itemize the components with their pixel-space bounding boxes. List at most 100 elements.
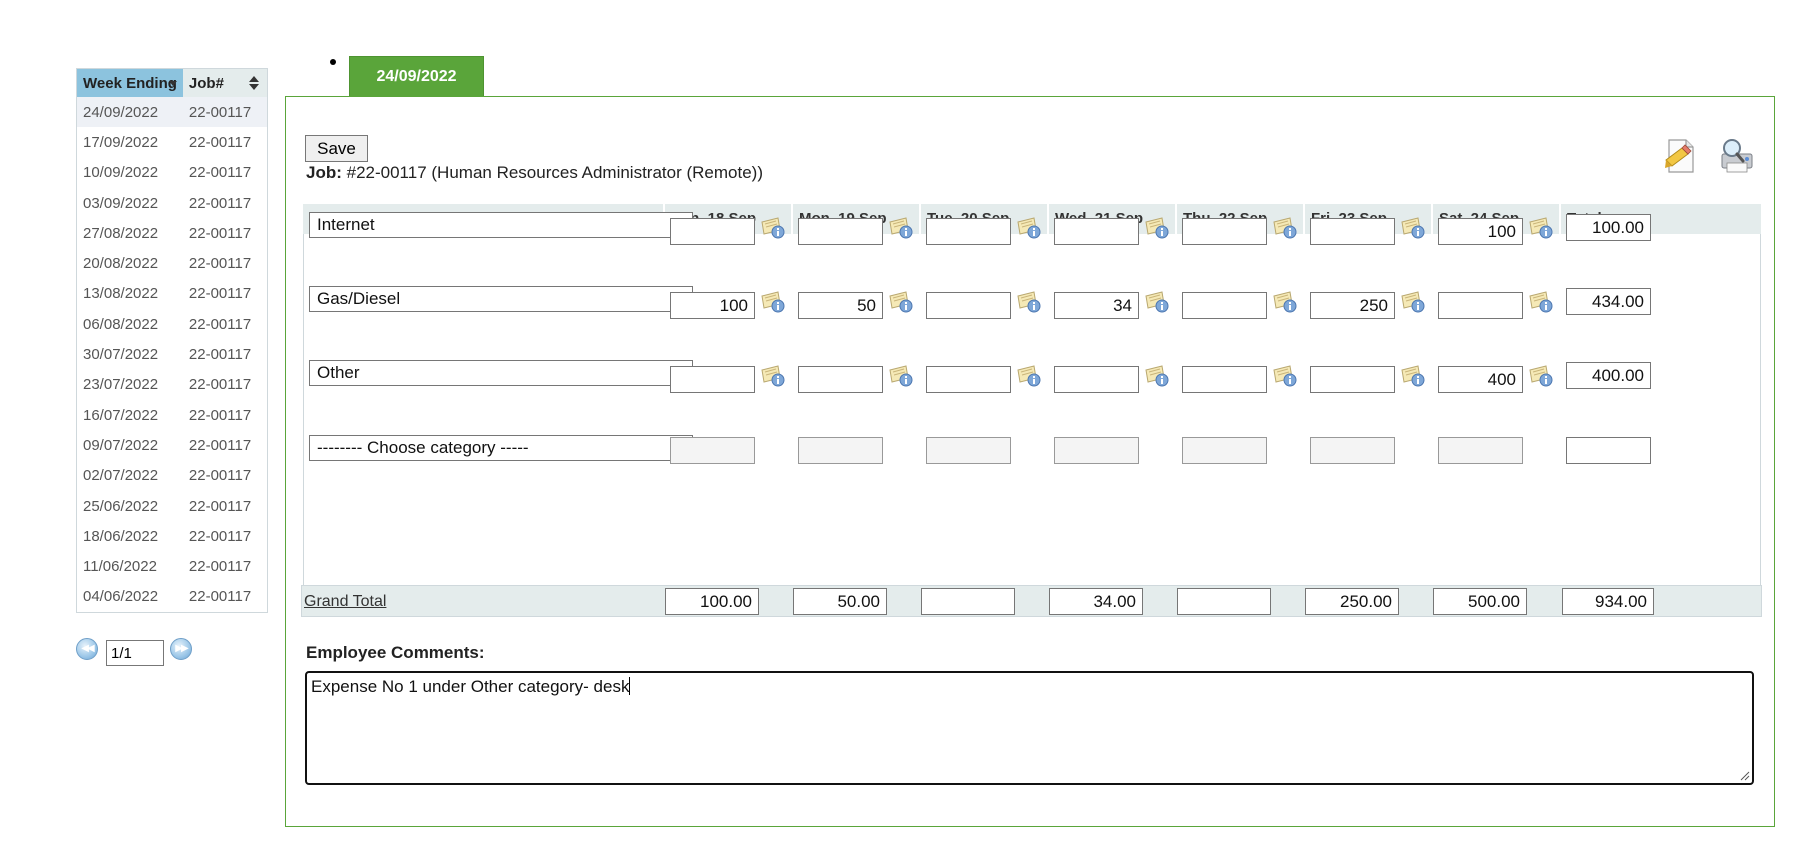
column-header-job[interactable]: Job# [182, 69, 267, 97]
edit-note-icon[interactable] [1660, 136, 1700, 176]
grand-total-day-input: 500.00 [1433, 588, 1527, 615]
day-amount-input[interactable] [1054, 218, 1139, 245]
day-amount-input[interactable] [1182, 292, 1267, 319]
grand-total-day-input [921, 588, 1015, 615]
day-amount-input[interactable] [1310, 437, 1395, 464]
note-info-icon[interactable] [1528, 290, 1554, 314]
week-row[interactable]: 30/07/2022 22-00117 [77, 339, 267, 369]
job-number-cell: 22-00117 [188, 164, 252, 182]
week-row[interactable]: 02/07/2022 22-00117 [77, 461, 267, 491]
note-info-icon[interactable] [1144, 216, 1170, 240]
week-row[interactable]: 17/09/2022 22-00117 [77, 127, 267, 157]
note-info-icon[interactable] [1400, 290, 1426, 314]
week-row[interactable]: 09/07/2022 22-00117 [77, 430, 267, 460]
week-row[interactable]: 27/08/2022 22-00117 [77, 218, 267, 248]
week-ending-cell: 18/06/2022 [83, 527, 159, 545]
note-info-icon[interactable] [1144, 290, 1170, 314]
week-row[interactable]: 24/09/2022 22-00117 [77, 97, 267, 128]
note-info-icon[interactable] [1016, 290, 1042, 314]
job-number-cell: 22-00117 [188, 467, 252, 485]
comments-label: Employee Comments: [306, 643, 485, 662]
expense-category-select[interactable]: Other [309, 360, 693, 386]
note-info-icon[interactable] [1144, 364, 1170, 388]
day-amount-input[interactable] [926, 437, 1011, 464]
note-info-icon[interactable] [1272, 216, 1298, 240]
note-info-icon[interactable] [760, 290, 786, 314]
day-amount-input[interactable]: 400 [1438, 366, 1523, 393]
day-amount-input[interactable]: 50 [798, 292, 883, 319]
note-info-icon[interactable] [1016, 216, 1042, 240]
week-row[interactable]: 03/09/2022 22-00117 [77, 188, 267, 218]
note-info-icon[interactable] [1528, 216, 1554, 240]
job-number-cell: 22-00117 [188, 133, 252, 151]
expense-category-value: Other [317, 363, 360, 382]
week-row[interactable]: 25/06/2022 22-00117 [77, 491, 267, 521]
note-info-icon[interactable] [1400, 216, 1426, 240]
note-info-icon[interactable] [888, 216, 914, 240]
job-number-cell: 22-00117 [188, 255, 252, 273]
previous-page-icon[interactable]: ◀◀ [76, 638, 98, 660]
day-amount-input[interactable] [1054, 437, 1139, 464]
save-button[interactable]: Save [305, 135, 368, 162]
day-amount-input[interactable] [670, 437, 755, 464]
week-row[interactable]: 11/06/2022 22-00117 [77, 551, 267, 581]
day-amount-input[interactable] [1054, 366, 1139, 393]
week-row[interactable]: 20/08/2022 22-00117 [77, 248, 267, 278]
page-number-input[interactable] [106, 640, 164, 666]
week-ending-cell: 30/07/2022 [83, 346, 159, 364]
expense-category-select[interactable]: Internet [309, 212, 693, 238]
note-info-icon[interactable] [888, 364, 914, 388]
week-ending-cell: 09/07/2022 [83, 436, 159, 454]
week-row[interactable]: 04/06/2022 22-00117 [77, 582, 267, 612]
week-ending-cell: 04/06/2022 [83, 588, 159, 606]
day-amount-input[interactable]: 100 [1438, 218, 1523, 245]
week-row[interactable]: 13/08/2022 22-00117 [77, 279, 267, 309]
job-label: Job: [306, 163, 342, 182]
day-amount-input[interactable] [1310, 218, 1395, 245]
row-total-input: 434.00 [1566, 288, 1651, 315]
grand-total-link[interactable]: Grand Total [304, 593, 386, 611]
note-info-icon[interactable] [1272, 364, 1298, 388]
expense-category-select[interactable]: Gas/Diesel [309, 286, 693, 312]
day-amount-input[interactable] [926, 366, 1011, 393]
resize-grip-icon[interactable] [1740, 771, 1750, 781]
week-row[interactable]: 06/08/2022 22-00117 [77, 309, 267, 339]
column-header-week-ending[interactable]: Week Ending [77, 69, 183, 97]
day-amount-input[interactable] [670, 366, 755, 393]
day-amount-input[interactable] [1182, 366, 1267, 393]
note-info-icon[interactable] [760, 216, 786, 240]
day-amount-input[interactable] [1182, 218, 1267, 245]
job-number-cell: 22-00117 [188, 497, 252, 515]
day-amount-input[interactable]: 100 [670, 292, 755, 319]
week-row[interactable]: 16/07/2022 22-00117 [77, 400, 267, 430]
note-info-icon[interactable] [1016, 364, 1042, 388]
day-amount-input[interactable] [1182, 437, 1267, 464]
day-amount-input[interactable] [1438, 292, 1523, 319]
next-page-icon[interactable]: ▶▶ [170, 638, 192, 660]
job-number-cell: 22-00117 [188, 346, 252, 364]
week-ending-cell: 11/06/2022 [83, 558, 157, 576]
day-amount-input[interactable] [1438, 437, 1523, 464]
week-row[interactable]: 18/06/2022 22-00117 [77, 521, 267, 551]
day-amount-input[interactable] [1310, 366, 1395, 393]
note-info-icon[interactable] [1528, 364, 1554, 388]
note-info-icon[interactable] [888, 290, 914, 314]
print-preview-icon[interactable] [1716, 136, 1756, 176]
day-amount-input[interactable] [798, 218, 883, 245]
note-info-icon[interactable] [1400, 364, 1426, 388]
week-row[interactable]: 10/09/2022 22-00117 [77, 158, 267, 188]
day-amount-input[interactable] [798, 437, 883, 464]
day-amount-input[interactable] [926, 218, 1011, 245]
day-amount-input[interactable]: 34 [1054, 292, 1139, 319]
day-amount-input[interactable] [670, 218, 755, 245]
day-amount-input[interactable] [798, 366, 883, 393]
job-number-cell: 22-00117 [182, 97, 267, 128]
employee-comments-textarea[interactable]: Expense No 1 under Other category- desk [305, 671, 1754, 785]
expense-category-select[interactable]: -------- Choose category ----- [309, 435, 693, 461]
week-row[interactable]: 23/07/2022 22-00117 [77, 370, 267, 400]
note-info-icon[interactable] [760, 364, 786, 388]
tab-week[interactable]: 24/09/2022 [349, 56, 484, 97]
note-info-icon[interactable] [1272, 290, 1298, 314]
day-amount-input[interactable]: 250 [1310, 292, 1395, 319]
day-amount-input[interactable] [926, 292, 1011, 319]
